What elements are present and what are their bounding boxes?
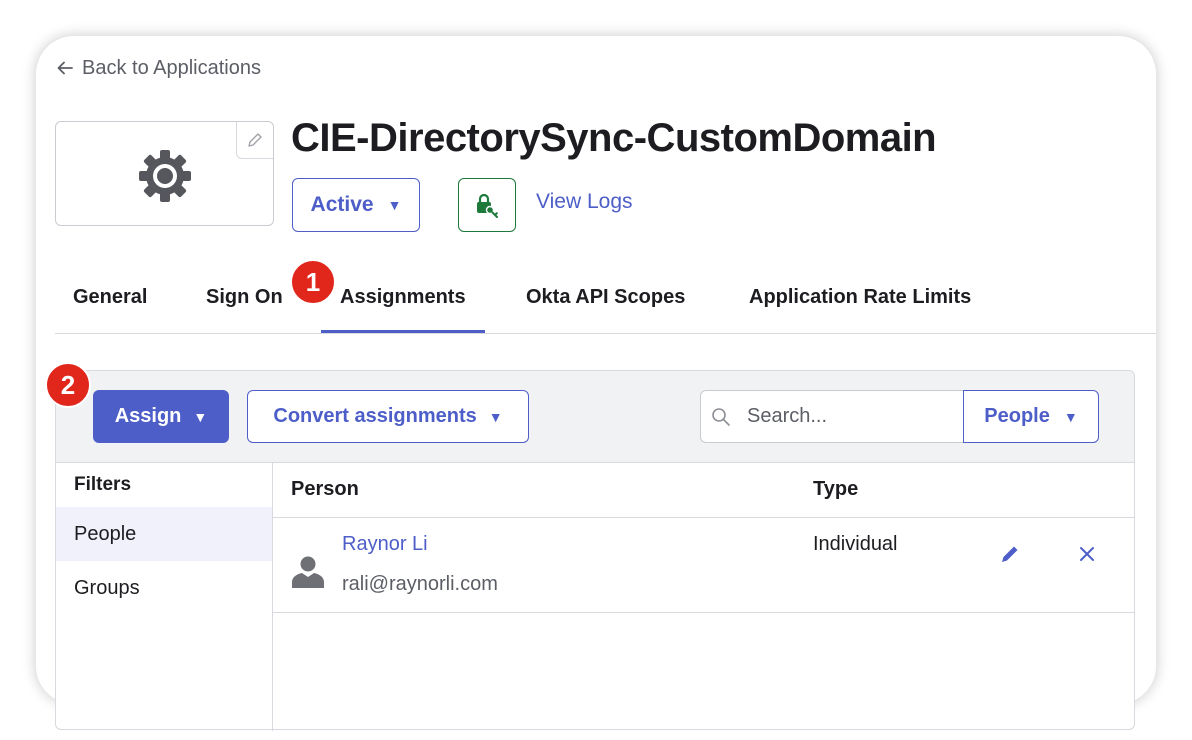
assign-label: Assign (114, 405, 182, 427)
search-scope-label: People (984, 405, 1050, 427)
column-header-person: Person (291, 478, 359, 500)
gear-icon (139, 150, 191, 202)
status-dropdown[interactable]: Active ▼ (292, 178, 420, 232)
page-title: CIE-DirectorySync-CustomDomain (291, 116, 937, 160)
assignments-panel: Assign ▼ Convert assignments ▼ People ▼ … (55, 370, 1135, 731)
caret-down-icon: ▼ (1063, 408, 1078, 425)
search-icon (712, 407, 730, 426)
user-avatar-icon (292, 556, 324, 588)
caret-down-icon: ▼ (488, 408, 503, 425)
search-box (700, 390, 964, 443)
filters-title: Filters (74, 474, 132, 495)
person-email: rali@raynorli.com (342, 573, 498, 595)
search-scope-dropdown[interactable]: People ▼ (963, 390, 1099, 443)
arrow-left-icon (57, 61, 73, 75)
table-row: Raynor Li rali@raynorli.com Individual (273, 518, 1135, 613)
person-name-link[interactable]: Raynor Li (342, 533, 428, 556)
pencil-icon (248, 133, 262, 147)
status-label: Active (310, 193, 374, 216)
assign-button[interactable]: Assign ▼ (93, 390, 229, 443)
tab-general[interactable]: General (73, 262, 147, 332)
filter-groups[interactable]: Groups (56, 561, 272, 615)
column-header-type: Type (813, 478, 859, 500)
caret-down-icon: ▼ (387, 197, 402, 213)
filters-sidebar: Filters People Groups (56, 462, 273, 731)
edit-logo-button[interactable] (236, 122, 273, 159)
person-type: Individual (813, 533, 898, 555)
back-to-applications-link[interactable]: Back to Applications (56, 56, 261, 80)
callout-badge-1: 1 (290, 259, 336, 305)
convert-label: Convert assignments (273, 405, 477, 427)
pencil-icon[interactable] (999, 543, 1021, 565)
close-icon[interactable] (1077, 544, 1097, 564)
back-link-label: Back to Applications (82, 56, 261, 79)
tab-okta-api-scopes[interactable]: Okta API Scopes (526, 262, 685, 332)
convert-assignments-button[interactable]: Convert assignments ▼ (247, 390, 529, 443)
assignments-toolbar: Assign ▼ Convert assignments ▼ People ▼ (56, 371, 1134, 463)
callout-badge-2: 2 (45, 362, 91, 408)
table-header: Person Type (273, 462, 1135, 518)
push-groups-button[interactable] (458, 178, 516, 232)
view-logs-link[interactable]: View Logs (536, 190, 633, 214)
app-logo (55, 121, 274, 226)
tab-application-rate-limits[interactable]: Application Rate Limits (749, 262, 971, 332)
tab-assignments[interactable]: Assignments (321, 262, 485, 333)
tab-bar: General Sign On Assignments Okta API Sco… (55, 262, 1156, 334)
caret-down-icon: ▼ (193, 408, 208, 425)
search-input[interactable] (745, 404, 949, 429)
tab-sign-on[interactable]: Sign On (206, 262, 283, 332)
lock-key-icon (477, 193, 498, 218)
filter-people[interactable]: People (56, 507, 272, 561)
